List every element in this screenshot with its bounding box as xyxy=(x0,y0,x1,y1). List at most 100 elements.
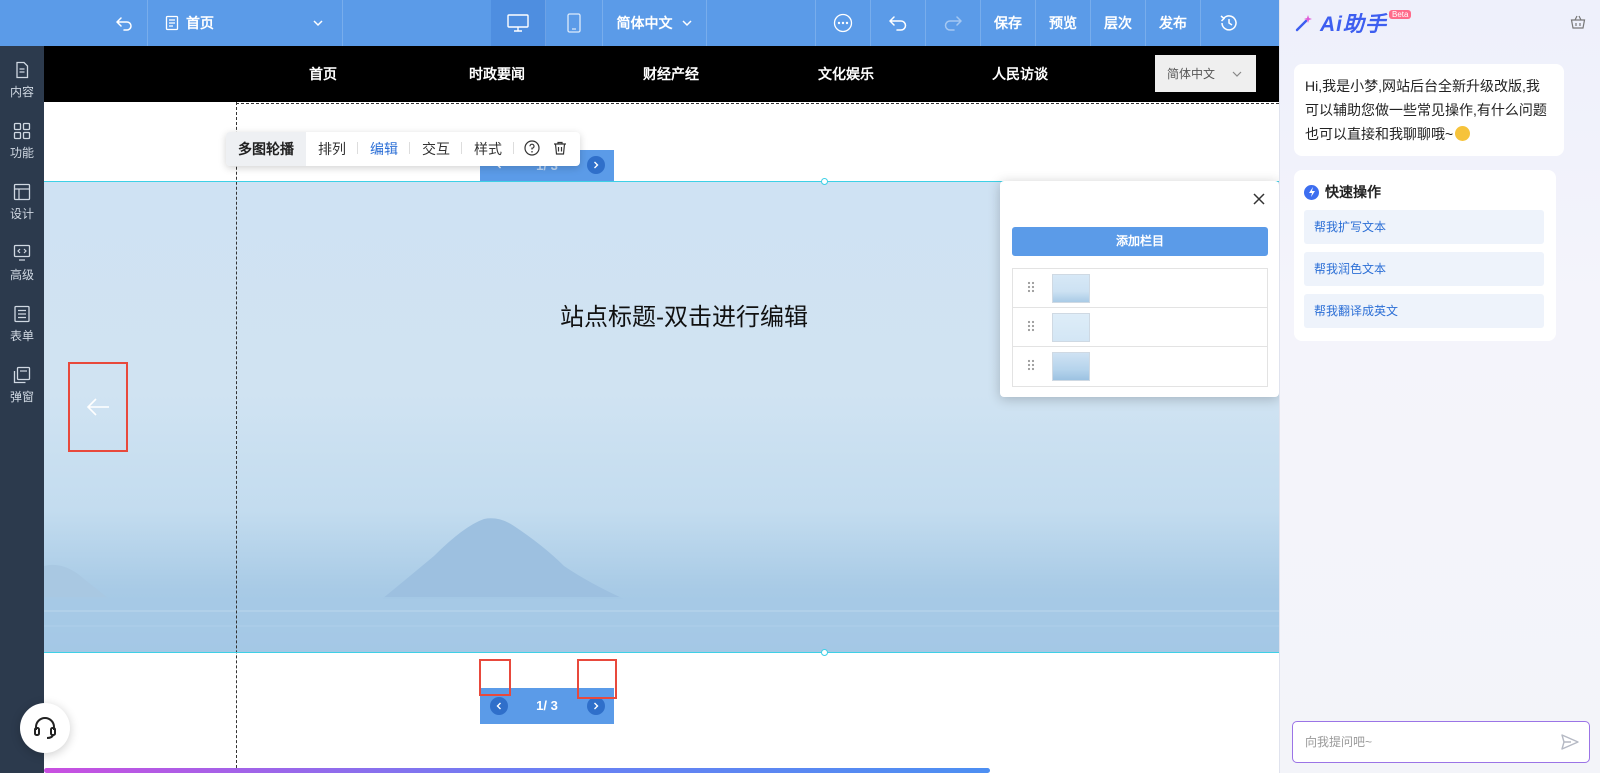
edit-button[interactable]: 编辑 xyxy=(358,139,410,159)
list-item[interactable] xyxy=(1013,269,1267,308)
ai-input-placeholder: 向我提问吧~ xyxy=(1305,735,1373,749)
translate-english-button[interactable]: 帮我翻译成英文 xyxy=(1304,294,1544,328)
save-button[interactable]: 保存 xyxy=(981,0,1036,46)
component-name: 多图轮播 xyxy=(226,132,306,166)
chevron-down-icon xyxy=(681,20,692,27)
quick-actions-title: 快速操作 xyxy=(1304,182,1381,202)
component-toolbar: 多图轮播 排列 编辑 交互 样式 xyxy=(226,132,580,166)
desktop-view-button[interactable] xyxy=(491,0,546,46)
basket-icon xyxy=(1570,15,1586,29)
slide-thumbnail[interactable] xyxy=(1052,313,1090,342)
chevron-right-icon xyxy=(594,161,599,169)
layers-button[interactable]: 层次 xyxy=(1091,0,1146,46)
delete-button[interactable] xyxy=(546,140,580,159)
history-icon xyxy=(1220,15,1237,31)
add-column-button[interactable]: 添加栏目 xyxy=(1012,227,1268,256)
loading-progress-bar xyxy=(44,768,990,773)
drag-handle-icon[interactable] xyxy=(1027,320,1035,332)
mobile-icon xyxy=(567,13,581,33)
sidebar-item-content[interactable]: 内容 xyxy=(0,52,44,108)
form-icon xyxy=(14,305,30,322)
nav-item-home[interactable]: 首页 xyxy=(309,46,337,102)
popup-close-button[interactable] xyxy=(1253,193,1265,208)
drag-handle-icon[interactable] xyxy=(1027,281,1035,293)
undo-icon xyxy=(889,16,907,31)
page-select[interactable]: 首页 xyxy=(148,0,343,46)
slide-thumbnail[interactable] xyxy=(1052,352,1090,381)
sidebar-item-design[interactable]: 设计 xyxy=(0,174,44,230)
nav-item-finance[interactable]: 财经产经 xyxy=(643,46,699,102)
code-monitor-icon xyxy=(13,244,31,261)
pager-next-button[interactable] xyxy=(587,156,605,174)
language-select[interactable]: 简体中文 xyxy=(603,0,707,46)
sidebar-item-label: 表单 xyxy=(9,328,34,343)
sidebar-item-popup[interactable]: 弹窗 xyxy=(0,357,44,413)
more-button[interactable] xyxy=(815,0,871,46)
nav-item-politics[interactable]: 时政要闻 xyxy=(469,46,525,102)
grid-icon xyxy=(13,122,31,139)
more-dots-icon xyxy=(833,13,853,33)
undo-button[interactable] xyxy=(871,0,926,46)
slides-edit-popup: 添加栏目 xyxy=(1000,181,1279,397)
beta-badge: Beta xyxy=(1389,9,1412,19)
nav-item-culture[interactable]: 文化娱乐 xyxy=(818,46,874,102)
carousel-prev-arrow[interactable] xyxy=(68,362,128,452)
desktop-icon xyxy=(507,14,529,32)
pager-next-button[interactable] xyxy=(587,697,605,715)
interaction-button[interactable]: 交互 xyxy=(410,139,462,159)
slide-thumbnail[interactable] xyxy=(1052,274,1090,303)
quick-actions-label: 快速操作 xyxy=(1325,184,1381,200)
headset-icon xyxy=(34,717,56,739)
sidebar-item-advanced[interactable]: 高级 xyxy=(0,235,44,291)
ai-greeting-text: Hi,我是小梦,网站后台全新升级改版,我可以辅助您做一些常见操作,有什么问题也可… xyxy=(1305,78,1547,142)
expand-text-button[interactable]: 帮我扩写文本 xyxy=(1304,210,1544,244)
chevron-down-icon xyxy=(1232,71,1242,77)
close-icon xyxy=(1253,193,1265,205)
editor-canvas: 首页 时政要闻 财经产经 文化娱乐 人民访谈 简体中文 1/ 3 站点标题-双击… xyxy=(44,46,1279,773)
chevron-right-icon xyxy=(594,702,599,710)
redo-button[interactable] xyxy=(926,0,981,46)
drag-handle-icon[interactable] xyxy=(1027,359,1035,371)
back-button[interactable] xyxy=(100,0,148,46)
list-item[interactable] xyxy=(1013,308,1267,347)
sidebar-item-label: 弹窗 xyxy=(9,389,34,404)
language-select-label: 简体中文 xyxy=(616,15,673,31)
sidebar-item-form[interactable]: 表单 xyxy=(0,296,44,352)
chevron-down-icon xyxy=(313,20,323,27)
resize-handle[interactable] xyxy=(821,178,828,185)
redo-icon xyxy=(944,16,962,31)
nav-item-interview[interactable]: 人民访谈 xyxy=(992,46,1048,102)
list-item[interactable] xyxy=(1013,347,1267,386)
smile-emoji-icon xyxy=(1455,126,1471,141)
ai-question-input[interactable]: 向我提问吧~ xyxy=(1292,721,1590,763)
history-button[interactable] xyxy=(1201,0,1256,46)
site-language-label: 简体中文 xyxy=(1167,67,1216,81)
publish-button[interactable]: 发布 xyxy=(1146,0,1201,46)
site-language-select[interactable]: 简体中文 xyxy=(1155,55,1256,92)
editor-toolbar: 首页 简体中文 保存 预览 层次 发布 xyxy=(0,0,1279,46)
sidebar-item-label: 内容 xyxy=(9,84,34,99)
highlight-next-box xyxy=(577,659,617,699)
document-icon xyxy=(16,61,29,78)
sidebar-item-label: 高级 xyxy=(9,267,34,282)
page-icon xyxy=(165,15,179,31)
resize-handle[interactable] xyxy=(821,649,828,656)
preview-button[interactable]: 预览 xyxy=(1036,0,1091,46)
ai-clear-button[interactable] xyxy=(1570,14,1586,33)
layout-icon xyxy=(13,183,31,200)
send-icon[interactable] xyxy=(1561,733,1579,751)
slide-list xyxy=(1012,268,1268,387)
customer-support-button[interactable] xyxy=(20,703,70,753)
highlight-prev-box xyxy=(479,659,511,696)
left-sidebar: 内容 功能 设计 高级 表单 弹窗 xyxy=(0,46,44,773)
sidebar-item-function[interactable]: 功能 xyxy=(0,113,44,169)
arrange-button[interactable]: 排列 xyxy=(306,139,358,159)
polish-text-button[interactable]: 帮我润色文本 xyxy=(1304,252,1544,286)
help-button[interactable] xyxy=(514,139,546,159)
site-navbar: 首页 时政要闻 财经产经 文化娱乐 人民访谈 简体中文 xyxy=(44,46,1279,102)
component-border xyxy=(44,652,1279,653)
trash-icon xyxy=(554,141,566,155)
style-button[interactable]: 样式 xyxy=(462,139,514,159)
mobile-view-button[interactable] xyxy=(546,0,603,46)
quick-actions-card: 快速操作 帮我扩写文本 帮我润色文本 帮我翻译成英文 xyxy=(1294,170,1556,341)
